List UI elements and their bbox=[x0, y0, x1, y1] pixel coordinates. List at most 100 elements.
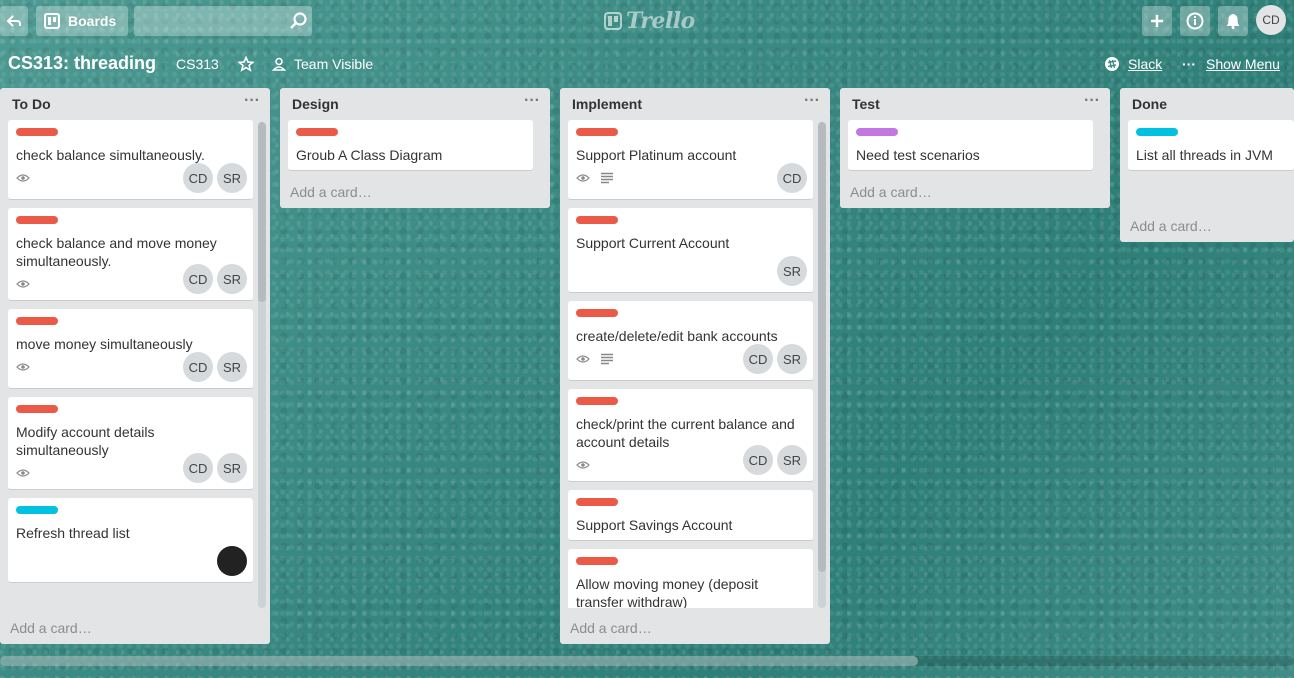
card[interactable]: Allow moving money (deposit transfer wit… bbox=[568, 549, 813, 608]
info-icon bbox=[1186, 12, 1204, 30]
member-avatar[interactable]: CD bbox=[183, 352, 213, 382]
logo-text: Trello bbox=[626, 8, 695, 34]
boards-label: Boards bbox=[68, 13, 117, 29]
list-scrollbar-thumb[interactable] bbox=[818, 122, 826, 572]
notifications-button[interactable] bbox=[1218, 6, 1248, 36]
back-arrow-icon bbox=[6, 15, 21, 27]
list-menu-icon[interactable]: ··· bbox=[244, 92, 260, 110]
member-avatar[interactable]: CD bbox=[183, 264, 213, 294]
list-title[interactable]: Done bbox=[1132, 96, 1167, 112]
add-card-button[interactable]: Add a card… bbox=[10, 620, 92, 636]
card-members: CD SR bbox=[183, 163, 247, 193]
member-avatar[interactable] bbox=[217, 546, 247, 576]
list-header[interactable]: Implement ··· bbox=[560, 88, 830, 120]
card[interactable]: Groub A Class Diagram bbox=[288, 120, 533, 171]
list-title[interactable]: To Do bbox=[12, 96, 51, 112]
add-card-button[interactable]: Add a card… bbox=[1130, 218, 1212, 234]
card-label bbox=[296, 128, 338, 136]
member-avatar[interactable]: CD bbox=[777, 163, 807, 193]
list-menu-icon[interactable]: ··· bbox=[524, 92, 540, 110]
show-menu-button[interactable]: ··· Show Menu bbox=[1182, 56, 1280, 72]
member-avatar[interactable]: SR bbox=[217, 352, 247, 382]
back-button[interactable] bbox=[0, 6, 28, 36]
search-icon[interactable] bbox=[289, 11, 309, 31]
card[interactable]: Modify account details simultaneously CD S… bbox=[8, 397, 253, 490]
member-avatar[interactable]: SR bbox=[217, 163, 247, 193]
list-scrollbar[interactable] bbox=[818, 122, 826, 608]
info-button[interactable] bbox=[1180, 6, 1210, 36]
member-avatar[interactable]: SR bbox=[777, 256, 807, 286]
member-avatar[interactable]: CD bbox=[183, 453, 213, 483]
list-done: Done List all threads in JVM Add a card… bbox=[1120, 88, 1294, 242]
member-avatar[interactable]: CD bbox=[743, 445, 773, 475]
horizontal-scrollbar-thumb[interactable] bbox=[0, 656, 918, 666]
visibility-button[interactable]: Team Visible bbox=[272, 56, 373, 72]
card[interactable]: move money simultaneously CD SR bbox=[8, 309, 253, 389]
user-avatar[interactable]: CD bbox=[1256, 5, 1286, 35]
card-members: CD SR bbox=[743, 445, 807, 475]
watch-eye-icon bbox=[576, 174, 590, 182]
list-header[interactable]: Done bbox=[1120, 88, 1294, 120]
list-header[interactable]: Design ··· bbox=[280, 88, 550, 120]
card-list: Support Platinum account CD Support Curren… bbox=[560, 120, 830, 608]
list-title[interactable]: Test bbox=[852, 96, 880, 112]
card[interactable]: Need test scenarios bbox=[848, 120, 1093, 171]
show-menu-label: Show Menu bbox=[1206, 56, 1280, 72]
card[interactable]: create/delete/edit bank accounts CD SR bbox=[568, 301, 813, 381]
boards-button[interactable]: Boards bbox=[36, 6, 128, 36]
card-members: CD bbox=[777, 163, 807, 193]
card[interactable]: Support Platinum account CD bbox=[568, 120, 813, 200]
card-title: Refresh thread list bbox=[16, 525, 130, 541]
card[interactable]: check balance simultaneously. CD SR bbox=[8, 120, 253, 200]
card[interactable]: Refresh thread list bbox=[8, 498, 253, 583]
add-card-button[interactable]: Add a card… bbox=[570, 620, 652, 636]
member-avatar[interactable]: SR bbox=[777, 344, 807, 374]
list-menu-icon[interactable]: ··· bbox=[1084, 92, 1100, 110]
card-label bbox=[16, 128, 58, 136]
card-label bbox=[576, 498, 618, 506]
add-button[interactable] bbox=[1142, 6, 1172, 36]
list-design: Design ··· Groub A Class Diagram Add a card… bbox=[280, 88, 550, 208]
card[interactable]: Support Current Account SR bbox=[568, 208, 813, 293]
list-header[interactable]: To Do ··· bbox=[0, 88, 270, 120]
card-members: CD SR bbox=[183, 264, 247, 294]
list-title[interactable]: Implement bbox=[572, 96, 642, 112]
bell-icon bbox=[1226, 14, 1240, 29]
add-card-button[interactable]: Add a card… bbox=[290, 184, 372, 200]
list-scrollbar[interactable] bbox=[258, 122, 266, 608]
card[interactable]: Support Savings Account bbox=[568, 490, 813, 541]
search-input[interactable] bbox=[134, 6, 312, 36]
slack-icon bbox=[1105, 57, 1119, 71]
card-label bbox=[16, 405, 58, 413]
trello-logo[interactable]: Trello bbox=[604, 8, 695, 34]
member-avatar[interactable]: SR bbox=[217, 264, 247, 294]
member-avatar[interactable]: CD bbox=[743, 344, 773, 374]
star-icon[interactable] bbox=[238, 56, 254, 72]
card-label bbox=[1136, 128, 1178, 136]
member-avatar[interactable]: SR bbox=[217, 453, 247, 483]
team-icon bbox=[272, 57, 286, 71]
horizontal-scrollbar[interactable] bbox=[0, 656, 1294, 666]
board-team[interactable]: CS313 bbox=[176, 56, 219, 72]
card-members: CD SR bbox=[743, 344, 807, 374]
card-label bbox=[16, 216, 58, 224]
card-label bbox=[576, 309, 618, 317]
list-to-do: To Do ··· check balance simultaneously. CD S… bbox=[0, 88, 270, 644]
member-avatar[interactable]: SR bbox=[777, 445, 807, 475]
card[interactable]: check/print the current balance and acco… bbox=[568, 389, 813, 482]
board-title[interactable]: CS313: threading bbox=[8, 53, 156, 74]
card-members: CD SR bbox=[183, 453, 247, 483]
list-menu-icon[interactable]: ··· bbox=[804, 92, 820, 110]
list-header[interactable]: Test ··· bbox=[840, 88, 1110, 120]
member-avatar[interactable]: CD bbox=[183, 163, 213, 193]
card[interactable]: List all threads in JVM bbox=[1128, 120, 1294, 171]
card-members: CD SR bbox=[183, 352, 247, 382]
card-title: check balance simultaneously. bbox=[16, 147, 205, 163]
card-label bbox=[856, 128, 898, 136]
slack-link[interactable]: Slack bbox=[1104, 56, 1162, 72]
card[interactable]: check balance and move money simultaneou… bbox=[8, 208, 253, 301]
watch-eye-icon bbox=[16, 280, 30, 288]
list-title[interactable]: Design bbox=[292, 96, 339, 112]
list-scrollbar-thumb[interactable] bbox=[258, 122, 266, 302]
add-card-button[interactable]: Add a card… bbox=[850, 184, 932, 200]
